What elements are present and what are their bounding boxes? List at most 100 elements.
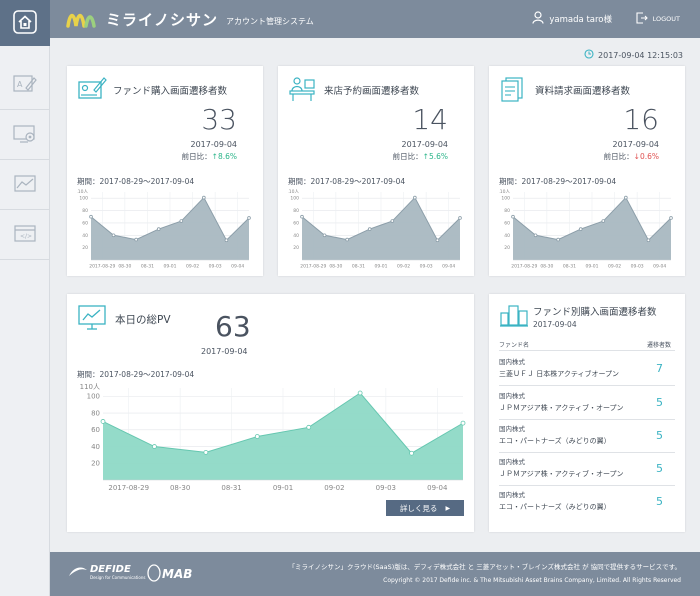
- x-tick-label: 2017-08-29: [300, 264, 326, 270]
- fund-count: 5: [656, 495, 663, 508]
- y-tick-label: 100: [501, 196, 510, 202]
- logout-label: LOGOUT: [652, 15, 680, 23]
- sidebar-item-analytics[interactable]: [0, 160, 50, 210]
- data-point: [202, 195, 206, 200]
- pv-title: 本日の総PV: [115, 313, 171, 326]
- x-tick-label: 09-03: [376, 484, 396, 492]
- cmp-value: ↓0.6%: [633, 152, 659, 161]
- details-button[interactable]: 詳しく見る ▶: [386, 500, 464, 516]
- logout-icon: [636, 12, 648, 26]
- y-tick-label: 40: [82, 233, 88, 239]
- line-chart-icon: [12, 173, 38, 197]
- y-unit-label: 110人: [288, 189, 299, 195]
- x-tick-label: 09-02: [186, 264, 199, 270]
- sidebar-item-document[interactable]: A: [0, 60, 50, 110]
- y-tick-label: 60: [293, 220, 299, 226]
- brand-defide-sub: Design for Communications: [90, 575, 146, 580]
- y-tick-label: 60: [504, 220, 510, 226]
- x-tick-label: 09-03: [209, 264, 222, 270]
- data-point: [306, 424, 312, 430]
- x-tick-label: 09-02: [397, 264, 410, 270]
- y-tick-label: 100: [87, 393, 100, 401]
- stat-card-document-request: 資料請求画面遷移者数 16 2017-09-04 前日比：↓0.6% 期間：20…: [489, 66, 685, 276]
- document-edit-icon: A: [12, 73, 38, 97]
- current-timestamp: 2017-09-04 12:15:03: [584, 49, 683, 61]
- fund-kind: 国内株式: [499, 392, 525, 400]
- y-tick-label: 40: [504, 233, 510, 239]
- footer-service-text: 「ミライノシサン」クラウド(SaaS)版は、デフィデ株式会社 と 三菱アセット・…: [288, 563, 681, 571]
- mab-logo: MAB: [147, 563, 192, 585]
- x-tick-label: 08-30: [170, 484, 190, 492]
- data-point: [413, 195, 417, 200]
- pv-date: 2017-09-04: [201, 347, 248, 356]
- details-label: 詳しく見る: [399, 503, 438, 513]
- fund-row[interactable]: 国内株式 ＪＰＭアジア株・アクティブ・オープン 5: [499, 390, 675, 420]
- fund-ranking-card: ファンド別購入画面遷移者数 2017-09-04 ファンド名 遷移者数 国内株式…: [489, 294, 685, 532]
- data-point: [203, 450, 209, 455]
- fund-name: 三菱ＵＦＪ 日本株アクティブオープン: [499, 370, 620, 378]
- fund-count: 5: [656, 429, 663, 442]
- fund-name: ＪＰＭアジア株・アクティブ・オープン: [499, 470, 624, 478]
- y-tick-label: 80: [504, 208, 510, 214]
- y-tick-label: 20: [91, 460, 100, 468]
- data-point: [435, 238, 440, 243]
- sidebar-item-settings[interactable]: [0, 110, 50, 160]
- fund-count: 5: [656, 462, 663, 475]
- mini-area-chart: 110人 20 40 60 80 100 2017-08-2908-30 08-31 09-01…: [288, 189, 462, 270]
- top-header: ミライノシサン アカウント管理システム yamada taro様 LOGOUT: [50, 0, 700, 38]
- x-tick-label: 09-04: [653, 264, 666, 270]
- fund-name: エコ・パートナーズ（みどりの翼）: [499, 503, 611, 511]
- sidebar-item-home[interactable]: [0, 0, 50, 46]
- logout-button[interactable]: LOGOUT: [636, 12, 680, 26]
- data-point: [224, 238, 229, 243]
- monitor-gear-icon: [12, 123, 38, 147]
- reception-desk-icon: [288, 76, 318, 104]
- svg-text:A: A: [17, 80, 23, 89]
- x-tick-label: 09-03: [631, 264, 644, 270]
- web-code-icon: </>: [12, 223, 38, 247]
- y-unit-label: 110人: [77, 189, 88, 195]
- brand-mab: MAB: [162, 567, 193, 581]
- defide-logo: DEFIDE Design for Communications: [68, 564, 145, 580]
- y-tick-label: 20: [504, 245, 510, 251]
- cmp-label: 前日比：: [392, 152, 423, 161]
- user-menu[interactable]: yamada taro様: [532, 11, 612, 27]
- col-fund-name: ファンド名: [499, 342, 530, 349]
- logo-mark-icon: [66, 8, 100, 30]
- fund-table-date: 2017-09-04: [533, 319, 577, 329]
- col-count: 遷移者数: [646, 342, 671, 349]
- fund-row[interactable]: 国内株式 三菱ＵＦＪ 日本株アクティブオープン 7: [499, 356, 675, 386]
- mini-area-chart: 110人 20 40 60 80 100 2017-08-2908-30 08-31 09-01…: [499, 189, 673, 270]
- user-icon: [532, 11, 545, 27]
- fund-name: ＪＰＭアジア株・アクティブ・オープン: [499, 404, 624, 412]
- y-tick-label: 80: [91, 409, 100, 417]
- mini-area-chart: 110人 20 40 60 80 100 2017-08-2908-30 08-31 09-01…: [77, 189, 251, 270]
- data-point: [179, 219, 184, 223]
- y-unit-label: 110人: [80, 383, 100, 391]
- data-point: [254, 434, 260, 439]
- data-point: [367, 227, 372, 231]
- data-point: [601, 219, 606, 223]
- x-tick-label: 09-04: [231, 264, 244, 270]
- arrow-right-icon: ▶: [445, 505, 451, 512]
- fund-count: 5: [656, 396, 663, 409]
- fund-row[interactable]: 国内株式 エコ・パートナーズ（みどりの翼） 5: [499, 489, 675, 519]
- y-tick-label: 80: [293, 208, 299, 214]
- x-tick-label: 2017-08-29: [89, 264, 115, 270]
- x-tick-label: 08-31: [221, 484, 241, 492]
- x-tick-label: 2017-08-29: [108, 484, 149, 492]
- data-point: [300, 214, 304, 219]
- fund-row[interactable]: 国内株式 エコ・パートナーズ（みどりの翼） 5: [499, 423, 675, 453]
- document-request-icon: [499, 76, 529, 104]
- app-logo[interactable]: ミライノシサン アカウント管理システム: [66, 8, 314, 30]
- fund-row[interactable]: 国内株式 ＪＰＭアジア株・アクティブ・オープン 5: [499, 456, 675, 486]
- purchase-form-icon: [77, 76, 107, 104]
- card-value: 33: [201, 103, 237, 136]
- data-point: [533, 233, 538, 238]
- sidebar: A </>: [0, 0, 50, 596]
- x-tick-label: 08-30: [540, 264, 553, 270]
- sidebar-item-web[interactable]: </>: [0, 210, 50, 260]
- x-tick-label: 09-01: [374, 264, 387, 270]
- fund-kind: 国内株式: [499, 491, 525, 499]
- data-point: [646, 238, 651, 243]
